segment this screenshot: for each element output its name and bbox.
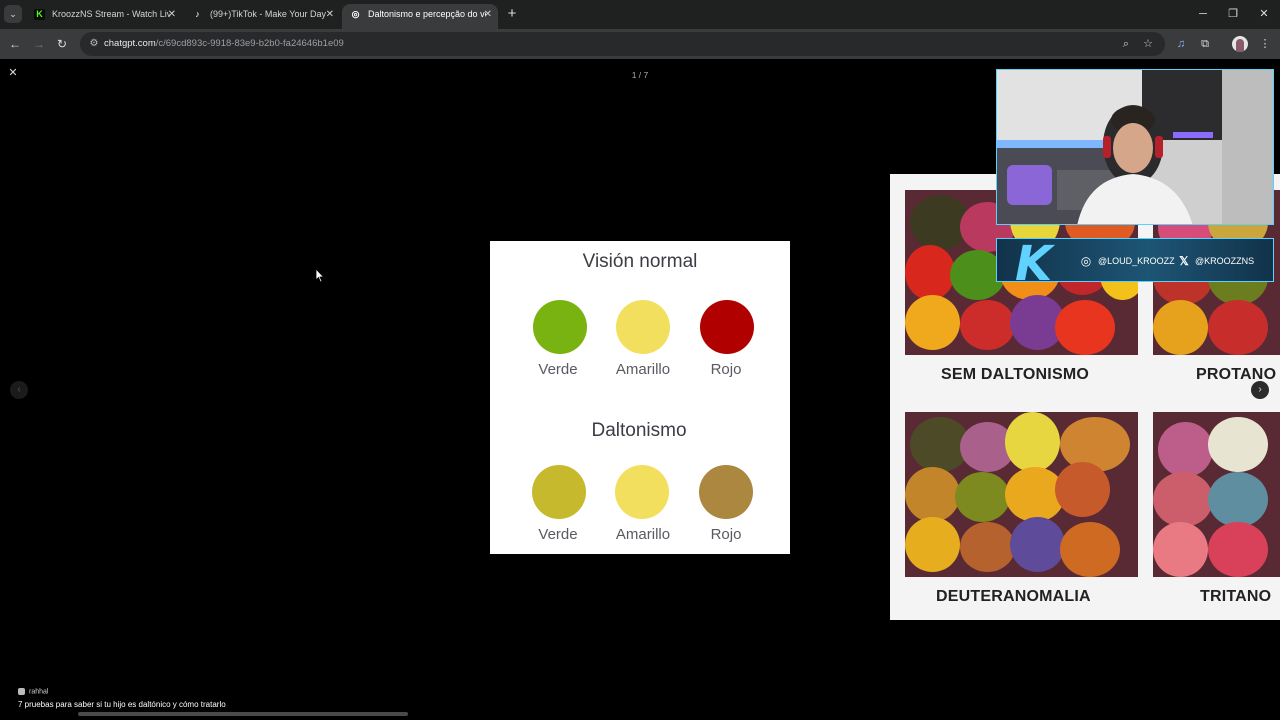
vegetable-image: [1153, 412, 1280, 577]
browser-toolbar: ← → ↻ ⚙ chatgpt.com/c/69cd893c-9918-83e9…: [0, 29, 1280, 59]
panel-label-deuteranomalia: DEUTERANOMALIA: [936, 588, 1091, 605]
window-close-icon[interactable]: ✕: [1254, 4, 1274, 24]
zoom-icon[interactable]: ⌕: [1118, 36, 1134, 52]
site-info-icon[interactable]: ⚙: [86, 36, 102, 52]
close-viewer-icon[interactable]: ✕: [6, 66, 20, 80]
x-handle: @KROOZZNS: [1195, 256, 1255, 266]
label-verde: Verde: [538, 361, 578, 378]
circle-amarillo-daltonismo: [615, 465, 669, 519]
tab-tiktok[interactable]: ♪ (99+)TikTok - Make Your Day ✕: [184, 4, 340, 29]
chatgpt-favicon-icon: ◎: [351, 9, 360, 19]
daltonismo-heading: Daltonismo: [591, 420, 687, 441]
next-image-chevron-icon[interactable]: ›: [1251, 381, 1269, 399]
url-path: /c/69cd893c-9918-83e9-b2b0-fa24646b1e09: [155, 38, 344, 49]
tab-close-icon[interactable]: ✕: [168, 4, 176, 25]
circle-verde-daltonismo: [532, 465, 586, 519]
url-text[interactable]: chatgpt.com/c/69cd893c-9918-83e9-b2b0-fa…: [104, 32, 344, 56]
label-verde: Verde: [538, 526, 578, 543]
tab-title: KroozzNS Stream - Watch Live o: [52, 9, 170, 19]
profile-avatar[interactable]: [1232, 36, 1248, 52]
streamer-logo: K: [1015, 238, 1053, 282]
previous-image-chevron-icon[interactable]: ‹: [10, 381, 28, 399]
social-handles-overlay: K ◎ @LOUD_KROOZZ 𝕏 @KROOZZNS: [996, 238, 1274, 282]
media-control-icon[interactable]: ♫: [1172, 35, 1190, 53]
label-amarillo: Amarillo: [615, 361, 671, 378]
bookmark-star-icon[interactable]: ☆: [1140, 36, 1156, 52]
tab-close-icon[interactable]: ✕: [326, 4, 334, 25]
new-tab-plus-icon[interactable]: +: [505, 5, 519, 23]
url-host: chatgpt.com: [104, 38, 156, 49]
mouse-cursor-icon: [315, 268, 325, 283]
extensions-icon[interactable]: ⧉: [1196, 35, 1214, 53]
streamer-webcam-image: [997, 70, 1273, 224]
webcam-overlay: [996, 69, 1274, 225]
instagram-handle: @LOUD_KROOZZ: [1098, 256, 1175, 266]
forward-arrow-icon[interactable]: →: [30, 35, 48, 53]
horizontal-scrollbar[interactable]: [78, 712, 408, 716]
image-caption[interactable]: 7 pruebas para saber si tu hijo es daltó…: [18, 700, 226, 709]
tab-title: (99+)TikTok - Make Your Day: [210, 9, 326, 19]
label-rojo: Rojo: [710, 361, 742, 378]
panel-label-tritano: TRITANO: [1200, 588, 1272, 605]
panel-label-sem-daltonismo: SEM DALTONISMO: [941, 366, 1089, 383]
tab-bar: ⌄ K KroozzNS Stream - Watch Live o ✕ ♪ (…: [0, 0, 1280, 29]
image-source[interactable]: rahhal: [18, 688, 48, 695]
tiktok-favicon-icon: ♪: [195, 9, 200, 19]
x-twitter-icon: 𝕏: [1179, 254, 1189, 268]
reload-icon[interactable]: ↻: [53, 35, 71, 53]
normal-vision-heading: Visión normal: [582, 251, 698, 272]
source-favicon-icon: [18, 688, 25, 695]
circle-rojo-normal: [700, 300, 754, 354]
tab-search-chevron-icon[interactable]: ⌄: [4, 5, 22, 23]
tab-close-icon[interactable]: ✕: [484, 4, 492, 25]
menu-kebab-icon[interactable]: ⋮: [1256, 35, 1274, 53]
vegetable-image: [905, 412, 1138, 577]
circle-verde-normal: [533, 300, 587, 354]
circle-rojo-daltonismo: [699, 465, 753, 519]
address-bar[interactable]: ⚙ chatgpt.com/c/69cd893c-9918-83e9-b2b0-…: [80, 32, 1165, 56]
minimize-icon[interactable]: ─: [1193, 4, 1213, 24]
tab-title: Daltonismo e percepção do ver: [368, 9, 486, 19]
screen: ⌄ K KroozzNS Stream - Watch Live o ✕ ♪ (…: [0, 0, 1280, 720]
source-name: rahhal: [29, 688, 49, 696]
tab-kick-stream[interactable]: K KroozzNS Stream - Watch Live o ✕: [26, 4, 182, 29]
back-arrow-icon[interactable]: ←: [6, 35, 24, 53]
circle-amarillo-normal: [616, 300, 670, 354]
image-counter: 1 / 7: [631, 70, 649, 80]
label-amarillo: Amarillo: [615, 526, 671, 543]
kick-favicon-icon: K: [34, 9, 45, 20]
tab-chatgpt[interactable]: ◎ Daltonismo e percepção do ver ✕: [342, 4, 498, 29]
instagram-icon: ◎: [1080, 254, 1092, 268]
label-rojo: Rojo: [710, 526, 742, 543]
restore-icon[interactable]: ❐: [1223, 4, 1243, 24]
colorblindness-image: Visión normal Verde Amarillo Rojo Dalton…: [490, 241, 790, 554]
